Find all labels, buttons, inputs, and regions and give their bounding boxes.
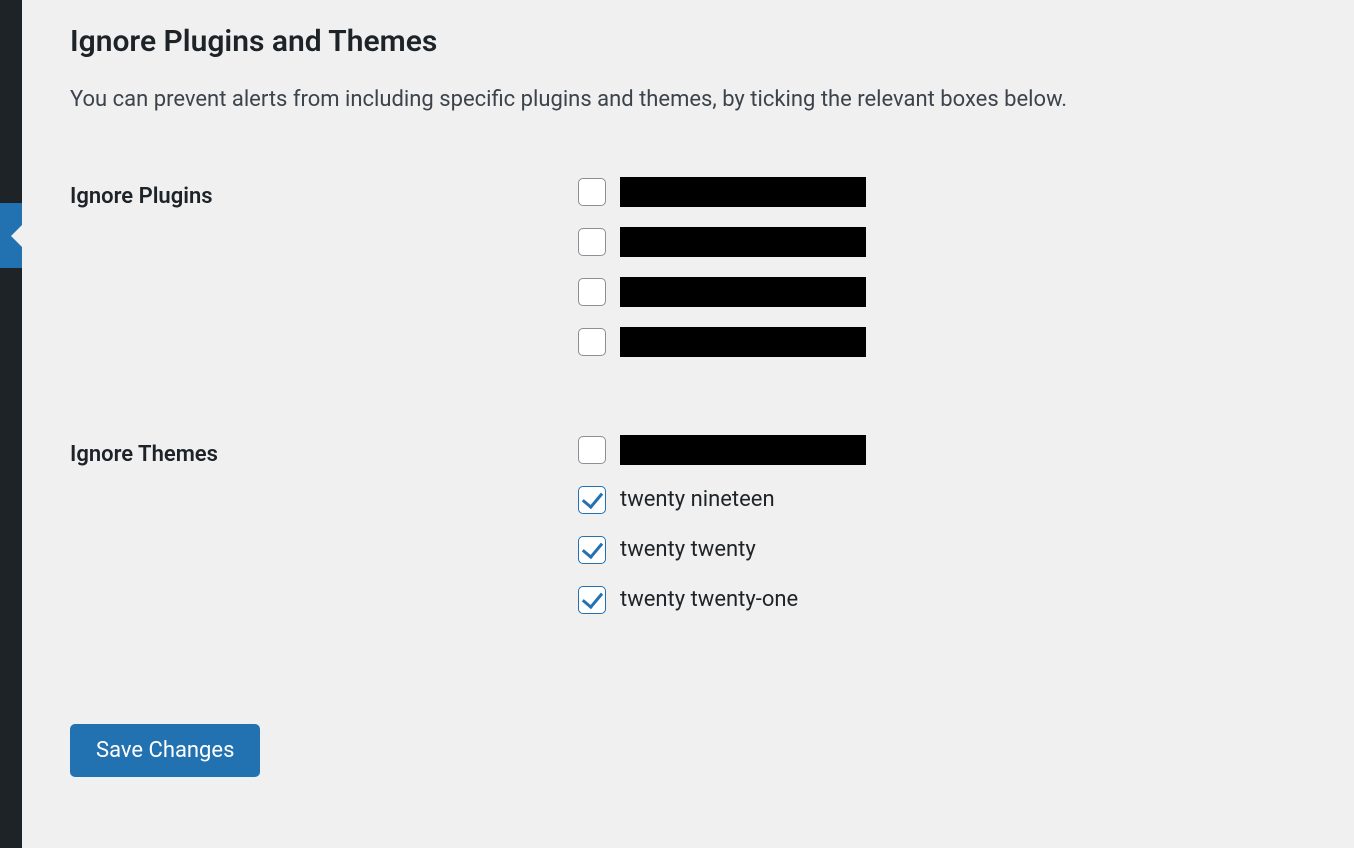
ignore-plugins-label: Ignore Plugins <box>70 176 578 209</box>
plugin-item <box>578 226 1306 258</box>
sidebar-active-indicator <box>0 203 22 268</box>
theme-label: twenty nineteen <box>620 487 775 512</box>
theme-label: twenty twenty <box>620 537 756 562</box>
settings-form: Ignore Plugins <box>70 176 1306 634</box>
theme-item: twenty nineteen <box>578 484 1306 516</box>
plugin-checkbox-1[interactable] <box>578 228 606 256</box>
plugin-checkbox-2[interactable] <box>578 278 606 306</box>
theme-checkbox-3[interactable] <box>578 586 606 614</box>
theme-item <box>578 434 1306 466</box>
plugin-label-redacted <box>620 327 866 357</box>
ignore-themes-label: Ignore Themes <box>70 434 578 467</box>
plugin-label-redacted <box>620 277 866 307</box>
plugin-item <box>578 176 1306 208</box>
ignore-plugins-field <box>578 176 1306 376</box>
theme-item: twenty twenty-one <box>578 584 1306 616</box>
main-content: Ignore Plugins and Themes You can preven… <box>22 0 1354 848</box>
theme-checkbox-0[interactable] <box>578 436 606 464</box>
ignore-plugins-row: Ignore Plugins <box>70 176 1306 376</box>
plugin-item <box>578 276 1306 308</box>
plugin-item <box>578 326 1306 358</box>
plugin-label-redacted <box>620 227 866 257</box>
theme-label: twenty twenty-one <box>620 587 798 612</box>
page-title: Ignore Plugins and Themes <box>70 24 1306 59</box>
page-description: You can prevent alerts from including sp… <box>70 85 1306 116</box>
theme-item: twenty twenty <box>578 534 1306 566</box>
ignore-themes-row: Ignore Themes twenty nineteen twenty twe… <box>70 434 1306 634</box>
theme-checkbox-2[interactable] <box>578 536 606 564</box>
theme-checkbox-1[interactable] <box>578 486 606 514</box>
plugin-label-redacted <box>620 177 866 207</box>
theme-label-redacted <box>620 435 866 465</box>
plugin-checkbox-3[interactable] <box>578 328 606 356</box>
save-button[interactable]: Save Changes <box>70 724 260 777</box>
admin-sidebar <box>0 0 22 848</box>
ignore-themes-field: twenty nineteen twenty twenty twenty twe… <box>578 434 1306 634</box>
plugin-checkbox-0[interactable] <box>578 178 606 206</box>
